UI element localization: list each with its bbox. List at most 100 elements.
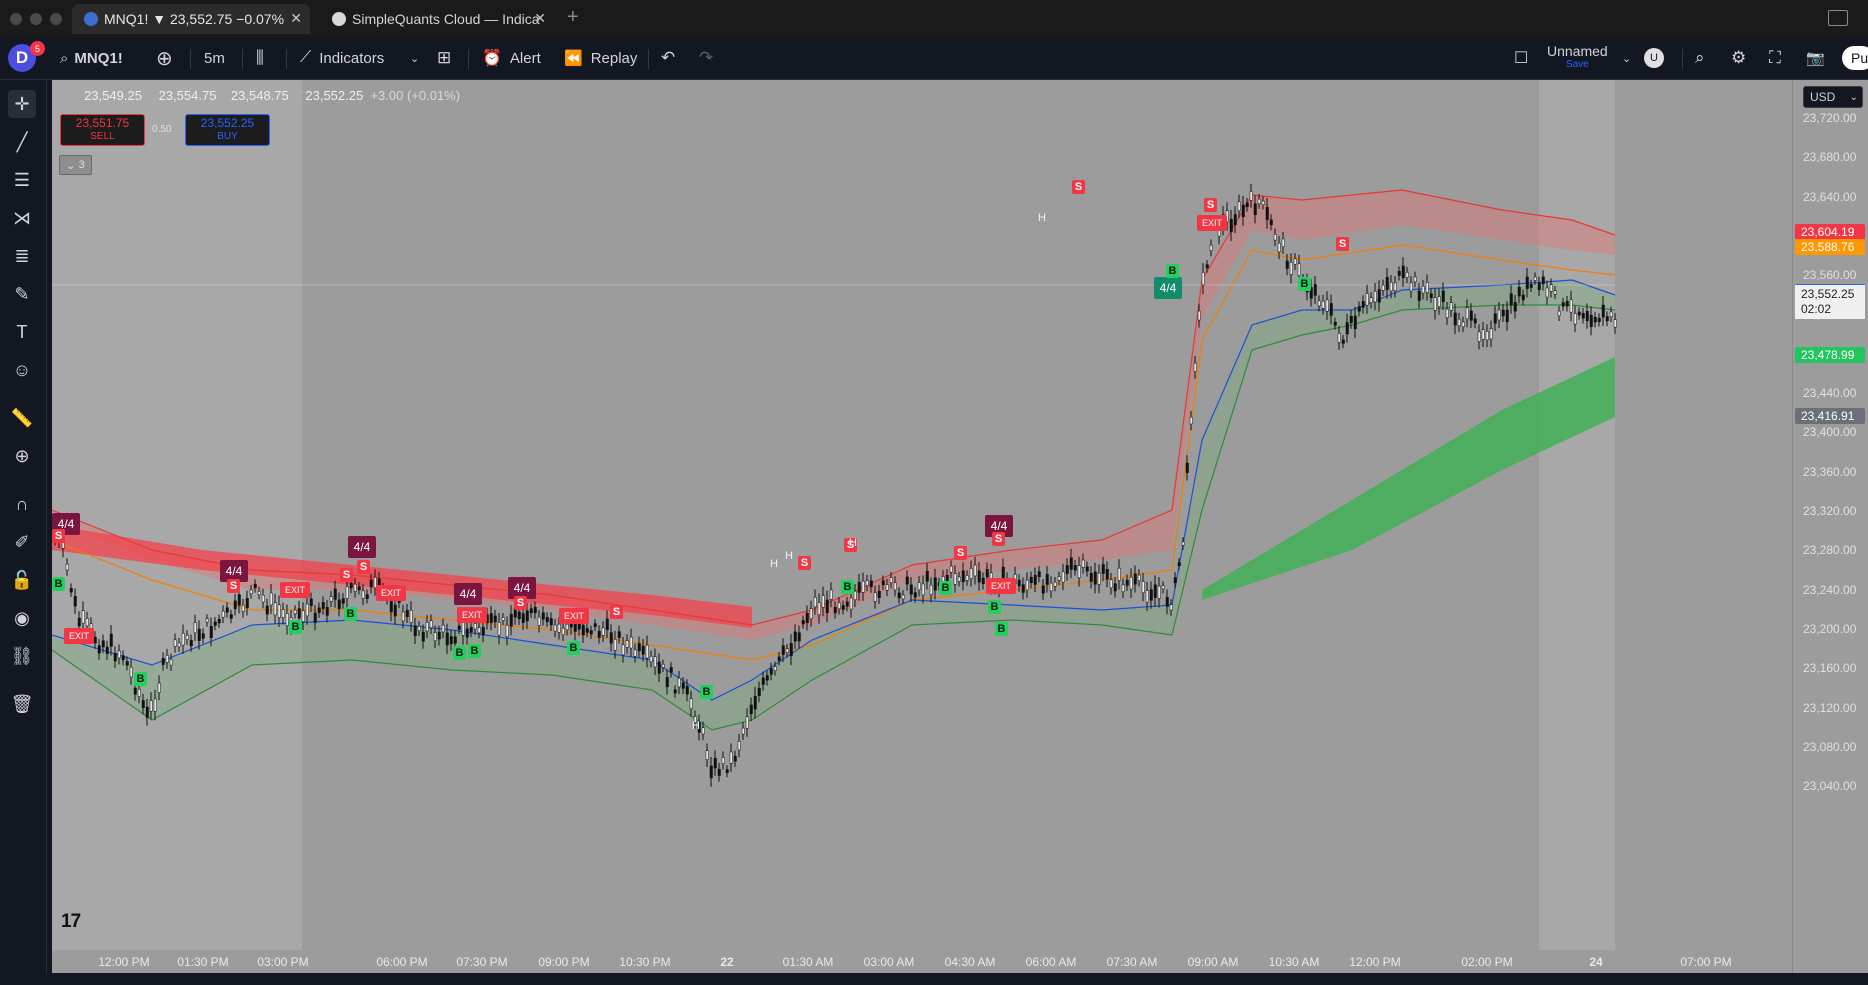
candle-body (1573, 313, 1577, 325)
compare-symbol-button[interactable]: ⊕ (156, 37, 173, 79)
redo-icon[interactable]: ↷ (699, 37, 713, 79)
candle-body (1169, 604, 1173, 611)
fullscreen-icon[interactable]: ⛶ (1769, 37, 1781, 79)
tab-mnq[interactable]: MNQ1! ▼ 23,552.75 −0.07% ✕ (72, 4, 310, 34)
crosshair-icon[interactable]: ✛ (8, 90, 36, 118)
chevron-down-icon[interactable]: ⌄ (1622, 37, 1631, 79)
high-marker: H (849, 537, 857, 549)
candle-body (1321, 300, 1325, 309)
candle-body (301, 610, 305, 622)
indicators-button[interactable]: ⟋ Indicators (300, 37, 384, 79)
window-minimize-button[interactable] (30, 13, 42, 25)
candle-body (1273, 234, 1277, 241)
candle-body (953, 573, 957, 585)
candle-body (649, 656, 653, 662)
currency-select[interactable]: USD ⌄ (1803, 86, 1863, 108)
price-tick-label: 23,400.00 (1803, 425, 1857, 440)
candle-body (845, 601, 849, 607)
candle-body (1453, 312, 1457, 326)
user-avatar: U (1644, 48, 1664, 68)
candle-body (793, 631, 797, 642)
candle-body (781, 645, 785, 655)
link-icon[interactable]: ⛓ (8, 642, 36, 670)
candle-body (169, 659, 173, 666)
undo-icon[interactable]: ↶ (661, 37, 675, 79)
price-tick-label: 23,640.00 (1803, 189, 1857, 204)
candle-body (1477, 331, 1481, 342)
candle-body (661, 664, 665, 668)
trash-icon[interactable]: 🗑 (8, 690, 36, 718)
candle-body (165, 655, 169, 663)
close-icon[interactable]: ✕ (290, 10, 302, 27)
price-axis[interactable]: USD ⌄ 23,720.0023,680.0023,640.0023,600.… (1792, 80, 1868, 973)
chart-pane[interactable]: O23,549.25 H23,554.75 L23,548.75 C23,552… (52, 80, 1792, 973)
candle-body (1449, 302, 1453, 311)
window-zoom-button[interactable] (50, 13, 62, 25)
candle-body (1149, 589, 1153, 601)
tab-simplequants[interactable]: SimpleQuants Cloud — Indica ✕ (320, 4, 554, 34)
lock-drawing-icon[interactable]: ✐ (8, 528, 36, 556)
new-tab-button[interactable]: + (567, 6, 579, 29)
interval-button[interactable]: 5m (204, 37, 225, 79)
candle-body (317, 607, 321, 613)
chevron-down-icon[interactable]: ⌄ (410, 37, 419, 79)
candle-body (1265, 206, 1269, 220)
brush-icon[interactable]: ✎ (8, 280, 36, 308)
candle-body (957, 576, 961, 582)
window-close-button[interactable] (10, 13, 22, 25)
buy-signal: B (453, 646, 466, 660)
pitchfork-icon[interactable]: ⋊ (8, 204, 36, 232)
layout-name-button[interactable]: Unnamed Save (1547, 37, 1608, 79)
layout-checkbox-icon[interactable]: ☐ (1514, 37, 1528, 79)
emoji-icon[interactable]: ☺ (8, 356, 36, 384)
text-icon[interactable]: T (8, 318, 36, 346)
replay-button[interactable]: ⏪ Replay (564, 37, 637, 79)
candle-body (1553, 290, 1557, 295)
lock-icon[interactable]: 🔓 (8, 566, 36, 594)
magnet-icon[interactable]: ∩ (8, 490, 36, 518)
candle-body (1577, 311, 1581, 316)
buy-button[interactable]: 23,552.25 BUY (185, 114, 270, 146)
sidebar-icon[interactable] (1828, 10, 1848, 26)
camera-icon[interactable]: 📷 (1806, 37, 1825, 79)
price-tick-label: 23,720.00 (1803, 111, 1857, 125)
user-button[interactable]: U (1644, 37, 1664, 79)
buy-signal: B (52, 577, 65, 591)
candle-body (761, 677, 765, 685)
sell-signal: S (954, 546, 967, 560)
candle-body (681, 682, 685, 689)
candle-body (345, 586, 349, 599)
candle-body (561, 627, 565, 635)
ohlc-legend: O23,549.25 H23,554.75 L23,548.75 C23,552… (74, 88, 460, 103)
close-prefix: C (295, 88, 306, 103)
close-icon[interactable]: ✕ (534, 10, 546, 27)
candle-body (125, 661, 129, 666)
candle-body (65, 563, 69, 571)
publish-button[interactable]: Pu (1842, 37, 1868, 79)
symbol-search[interactable]: ⌕ MNQ1! (60, 37, 123, 79)
sell-button[interactable]: 23,551.75 SELL (60, 114, 145, 146)
horizontal-lines-icon[interactable]: ☰ (8, 166, 36, 194)
templates-icon[interactable]: ⊞ (437, 37, 451, 79)
candle-body (161, 658, 165, 665)
candle-body (1297, 263, 1301, 276)
candle-body (1537, 282, 1541, 290)
fib-retracement-icon[interactable]: ≣ (8, 242, 36, 270)
candle-body (1053, 581, 1057, 587)
candle-body (593, 623, 597, 627)
zoom-in-icon[interactable]: ⊕ (8, 442, 36, 470)
trendline-icon[interactable]: ╱ (8, 128, 36, 156)
candle-body (977, 570, 981, 583)
candle-body (797, 632, 801, 642)
quick-search-icon[interactable]: ⌕ (1695, 37, 1705, 79)
candle-body (1601, 304, 1605, 318)
candle-body (205, 618, 209, 623)
sell-signal: S (610, 605, 623, 619)
settings-icon[interactable]: ⚙ (1731, 37, 1746, 79)
candle-body (1393, 282, 1397, 291)
eye-icon[interactable]: ◉ (8, 604, 36, 632)
ruler-icon[interactable]: 📏 (8, 404, 36, 432)
candles-icon[interactable]: ⫼ (256, 37, 264, 79)
indicators-collapse-button[interactable]: ⌄ 3 (59, 155, 92, 175)
alert-button[interactable]: ⏰ Alert (482, 37, 541, 79)
